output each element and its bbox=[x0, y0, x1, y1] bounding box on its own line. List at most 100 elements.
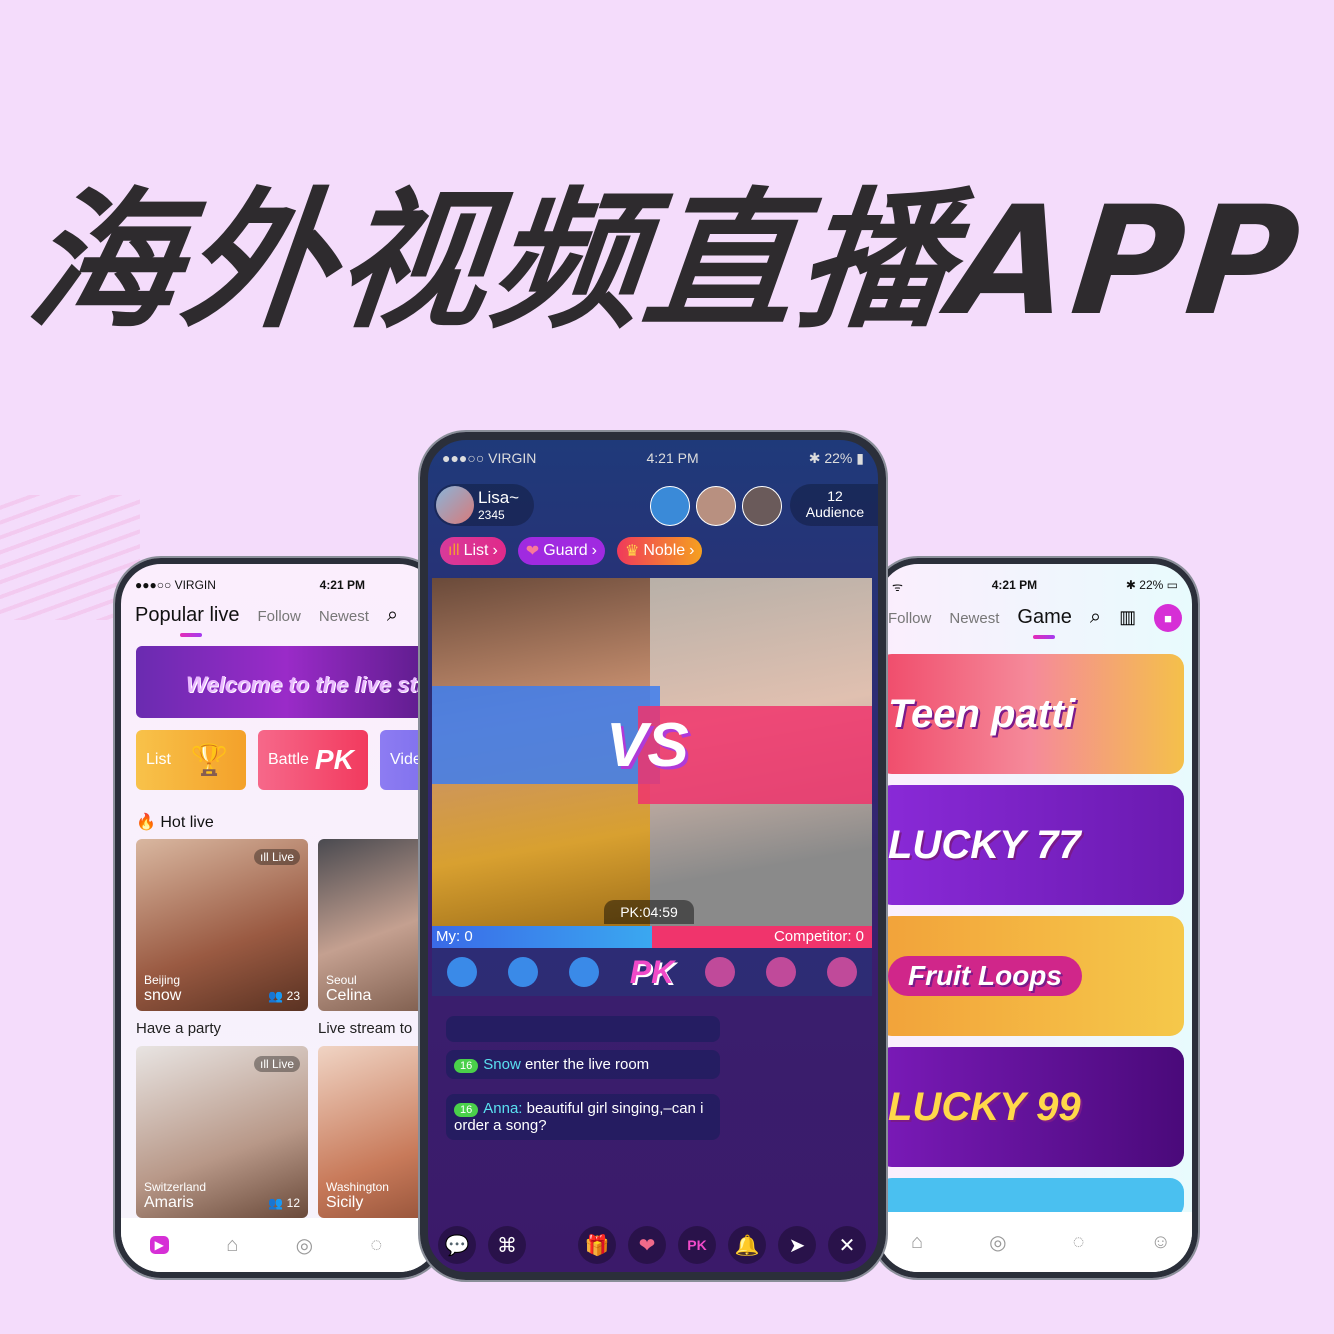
discover-icon[interactable]: ◎ bbox=[989, 1230, 1006, 1255]
message-icon[interactable]: ◌ bbox=[1073, 1231, 1085, 1254]
live-badge: ıll Live bbox=[253, 849, 300, 865]
headline: 海外视频直播APP bbox=[20, 175, 1311, 349]
message-icon[interactable]: ◌ bbox=[370, 1234, 382, 1257]
tab-newest[interactable]: Newest bbox=[319, 608, 369, 625]
live-badge: ıll Live bbox=[253, 1056, 300, 1072]
bell-icon[interactable]: 🔔 bbox=[728, 1226, 766, 1264]
go-live-button[interactable]: ■ bbox=[1154, 604, 1183, 632]
viewer-avatar[interactable] bbox=[742, 486, 782, 526]
live-tab-icon[interactable]: ▶ bbox=[149, 1236, 169, 1254]
host-info[interactable]: Lisa~ 2345 bbox=[434, 484, 534, 526]
chat-user[interactable]: Snow bbox=[483, 1056, 521, 1073]
card-label: List bbox=[146, 751, 171, 768]
wifi-icon: ᯤ bbox=[892, 580, 903, 594]
stream-card[interactable]: ıll Live Switzerland Amaris 👥 12 bbox=[136, 1046, 308, 1218]
pk-icon: PK bbox=[314, 744, 354, 775]
search-icon[interactable]: ⌕ bbox=[1090, 606, 1101, 629]
pk-button[interactable]: PK bbox=[678, 1226, 716, 1264]
list-button[interactable]: ıll List › bbox=[440, 537, 506, 565]
bottom-nav: ▶ ⌂ ◎ ◌ bbox=[121, 1218, 439, 1272]
game-title: Teen patti bbox=[888, 691, 1076, 736]
tab-follow[interactable]: Follow bbox=[888, 610, 931, 627]
chat-message bbox=[446, 1016, 720, 1042]
seat-icon[interactable] bbox=[568, 957, 599, 987]
stream-name: Sicily bbox=[326, 1194, 364, 1211]
guard-button[interactable]: ❤ Guard › bbox=[517, 537, 605, 565]
like-button[interactable]: ❤ bbox=[628, 1226, 666, 1264]
profile-icon[interactable]: ☺ bbox=[1151, 1231, 1171, 1254]
pk-logo: PK bbox=[629, 953, 675, 990]
stream-city: Washington bbox=[326, 1180, 389, 1194]
noble-button[interactable]: ♛ Noble › bbox=[617, 537, 703, 565]
level-badge: 16 bbox=[454, 1103, 479, 1117]
section-label: Hot live bbox=[160, 814, 214, 831]
level-badge: 16 bbox=[454, 1059, 479, 1073]
search-icon[interactable]: ⌕ bbox=[387, 604, 398, 627]
viewer-avatar[interactable] bbox=[696, 486, 736, 526]
bottom-nav: ⌂ ◎ ◌ ☺ bbox=[878, 1212, 1192, 1272]
game-fruit-loops[interactable]: Fruit Loops bbox=[878, 916, 1184, 1036]
seat-icon[interactable] bbox=[508, 957, 539, 987]
flame-icon: 🔥 bbox=[136, 814, 156, 831]
audience-count[interactable]: 12 Audience bbox=[790, 484, 878, 526]
pk-timer: PK:04:59 bbox=[604, 900, 694, 924]
gift-button[interactable]: 🎁 bbox=[578, 1226, 616, 1264]
carrier: ●●●○○ VIRGIN bbox=[135, 578, 216, 592]
game-lucky-99[interactable]: LUCKY 99 bbox=[878, 1047, 1184, 1167]
card-battle[interactable]: Battle PK bbox=[258, 730, 368, 790]
seat-icon[interactable] bbox=[765, 957, 796, 987]
clock: 4:21 PM bbox=[991, 578, 1038, 592]
phone-game: ᯤ 4:21 PM ✱ 22% ▭ Follow Newest Game ⌕ ▥… bbox=[872, 558, 1198, 1278]
card-list[interactable]: List 🏆 bbox=[136, 730, 246, 790]
host-avatar bbox=[436, 486, 474, 524]
game-title: Fruit Loops bbox=[888, 956, 1082, 996]
tab-follow[interactable]: Follow bbox=[258, 608, 301, 625]
ranking-icon[interactable]: ▥ bbox=[1119, 607, 1136, 628]
active-tab-indicator bbox=[1033, 634, 1056, 639]
stream-name: Celina bbox=[326, 987, 372, 1004]
heart-icon: ❤ bbox=[525, 543, 540, 560]
home-icon[interactable]: ⌂ bbox=[911, 1231, 923, 1254]
stream-city: Seoul bbox=[326, 973, 357, 987]
seat-icon[interactable] bbox=[447, 957, 478, 987]
home-icon[interactable]: ⌂ bbox=[226, 1234, 238, 1257]
banner-text: Welcome to the live stream bbox=[186, 672, 436, 697]
my-score: My: 0 bbox=[436, 928, 473, 945]
rank-icon: ıll bbox=[448, 542, 460, 559]
seat-icon[interactable] bbox=[704, 957, 735, 987]
game-lucky-77[interactable]: LUCKY 77 bbox=[878, 785, 1184, 905]
stream-city: Beijing bbox=[144, 973, 181, 987]
crown-icon: ♛ bbox=[625, 543, 640, 560]
phone-pk-live-room: ●●●○○ VIRGIN 4:21 PM ✱ 22% ▮ Lisa~ 2345 1… bbox=[420, 432, 886, 1280]
stream-card[interactable]: ıll Live Beijing snow 👥 23 bbox=[136, 839, 308, 1011]
tab-game[interactable]: Game bbox=[1017, 606, 1071, 628]
stream-name: snow bbox=[144, 987, 182, 1004]
tab-newest[interactable]: Newest bbox=[949, 610, 999, 627]
close-icon[interactable]: ✕ bbox=[828, 1226, 866, 1264]
stream-caption: Have a party bbox=[136, 1020, 222, 1037]
card-label: Battle bbox=[268, 751, 309, 768]
chat-message: 16 Anna: beautiful girl singing,–can i or… bbox=[446, 1094, 720, 1140]
tab-popular-live[interactable]: Popular live bbox=[135, 604, 240, 626]
discover-icon[interactable]: ◎ bbox=[296, 1233, 313, 1258]
battery: ✱ 22% ▮ bbox=[808, 450, 864, 466]
phone-popular-live: ●●●○○ VIRGIN 4:21 PM Popular live Follow… bbox=[115, 558, 445, 1278]
stream-name: Amaris bbox=[144, 1194, 194, 1211]
status-bar: ●●●○○ VIRGIN 4:21 PM ✱ 22% ▮ bbox=[428, 440, 878, 467]
viewer-avatar[interactable] bbox=[650, 486, 690, 526]
game-title: LUCKY 99 bbox=[888, 1084, 1081, 1129]
competitor-score: Competitor: 0 bbox=[773, 928, 864, 945]
stream-caption: Live stream to bbox=[318, 1020, 413, 1037]
pk-seats: PK bbox=[432, 948, 872, 996]
vs-label: VS bbox=[606, 711, 689, 780]
chat-user[interactable]: Anna: bbox=[483, 1100, 522, 1117]
share-icon[interactable]: ➤ bbox=[778, 1226, 816, 1264]
welcome-banner[interactable]: Welcome to the live stream bbox=[136, 646, 436, 718]
comment-button[interactable]: 💬 bbox=[438, 1226, 476, 1264]
more-button[interactable]: ⌘ bbox=[488, 1226, 526, 1264]
viewer-count: 👥 12 bbox=[268, 1196, 300, 1210]
seat-icon[interactable] bbox=[826, 957, 857, 987]
game-title: LUCKY 77 bbox=[888, 822, 1081, 867]
carrier: ●●●○○ VIRGIN bbox=[442, 450, 537, 466]
game-teen-patti[interactable]: Teen patti bbox=[878, 654, 1184, 774]
